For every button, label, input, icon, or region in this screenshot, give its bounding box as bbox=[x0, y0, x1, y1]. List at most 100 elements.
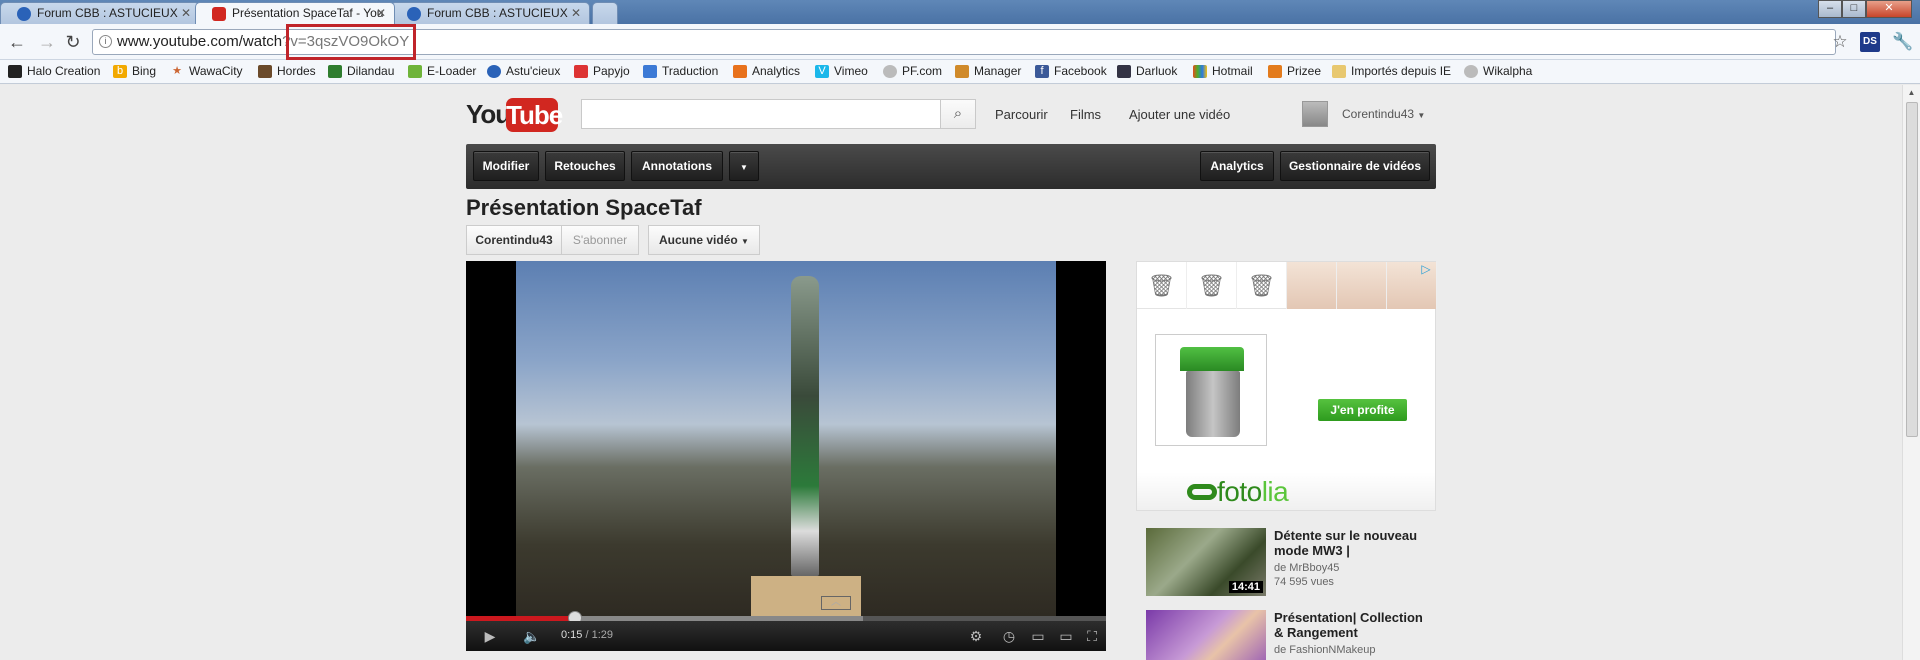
hordes-icon bbox=[258, 65, 272, 78]
scroll-thumb[interactable] bbox=[1906, 102, 1918, 437]
trash-bin-icon: 🗑 bbox=[1137, 262, 1187, 309]
bookmark-star-icon[interactable]: ☆ bbox=[1830, 32, 1850, 52]
reload-icon[interactable]: ↻ bbox=[62, 31, 84, 53]
video-manager-button[interactable]: Gestionnaire de vidéos bbox=[1280, 151, 1430, 181]
modifier-button[interactable]: Modifier bbox=[473, 151, 539, 181]
bookmark-papyjo[interactable]: Papyjo bbox=[574, 63, 630, 79]
bookmark-hotmail[interactable]: Hotmail bbox=[1193, 63, 1253, 79]
back-icon[interactable]: ← bbox=[6, 31, 28, 53]
avatar[interactable] bbox=[1302, 101, 1328, 127]
bookmark-hordes[interactable]: Hordes bbox=[258, 63, 316, 79]
page-scrollbar[interactable]: ▲ bbox=[1902, 85, 1920, 660]
bookmark-manager[interactable]: Manager bbox=[955, 63, 1021, 79]
bookmark-label: Facebook bbox=[1054, 64, 1107, 78]
annotations-button[interactable]: Annotations bbox=[631, 151, 723, 181]
link-upload[interactable]: Ajouter une vidéo bbox=[1129, 107, 1230, 122]
username-menu[interactable]: Corentindu43 ▼ bbox=[1342, 107, 1425, 121]
bookmark-label: Bing bbox=[132, 64, 157, 78]
search-icon: ⌕ bbox=[953, 105, 963, 122]
windows-icon bbox=[1193, 65, 1207, 78]
close-icon[interactable]: ✕ bbox=[376, 6, 386, 20]
large-player-icon[interactable]: ▭ bbox=[1056, 627, 1076, 645]
related-video-thumbnail[interactable]: 14:41 bbox=[1146, 528, 1266, 596]
bookmarks-bar: Halo Creation b Bing ★ WawaCity Hordes Dil… bbox=[0, 60, 1920, 84]
bookmark-dilandau[interactable]: Dilandau bbox=[328, 63, 394, 79]
tab-label: Présentation SpaceTaf - You bbox=[232, 6, 384, 20]
fotolia-wordmark: fotolia bbox=[1217, 476, 1289, 508]
bookmark-wawacity[interactable]: ★ WawaCity bbox=[170, 63, 243, 79]
link-films[interactable]: Films bbox=[1070, 107, 1101, 122]
ad-choices-icon[interactable]: ▷ bbox=[1419, 262, 1433, 276]
tab-youtube[interactable]: Présentation SpaceTaf - You ✕ bbox=[195, 2, 395, 24]
tab-forum-1[interactable]: Forum CBB : ASTUCIEUX ✕ bbox=[0, 2, 200, 24]
bookmark-wikalpha[interactable]: Wikalpha bbox=[1464, 63, 1532, 79]
analytics-button[interactable]: Analytics bbox=[1200, 151, 1274, 181]
logo-tube: Tube bbox=[506, 98, 563, 132]
related-video[interactable]: 14:41 Détente sur le nouveau mode MW3 | … bbox=[1146, 528, 1436, 598]
playlist-dropdown[interactable]: Aucune vidéo ▼ bbox=[648, 225, 760, 255]
close-icon[interactable]: ✕ bbox=[571, 6, 581, 20]
bookmark-label: Papyjo bbox=[593, 64, 630, 78]
related-video-thumbnail[interactable] bbox=[1146, 610, 1266, 660]
channel-button[interactable]: Corentindu43 bbox=[466, 225, 562, 255]
bookmark-bing[interactable]: b Bing bbox=[113, 63, 156, 79]
link-parcourir[interactable]: Parcourir bbox=[995, 107, 1048, 122]
maximize-icon[interactable]: □ bbox=[1842, 0, 1866, 18]
brand-part-b: lia bbox=[1261, 476, 1289, 507]
bookmark-analytics[interactable]: Analytics bbox=[733, 63, 800, 79]
ad-thumbnail-strip: 🗑 🗑 🗑 bbox=[1137, 262, 1437, 309]
folder-icon bbox=[1332, 65, 1346, 78]
bookmark-vimeo[interactable]: V Vimeo bbox=[815, 63, 868, 79]
bookmark-traduction[interactable]: Traduction bbox=[643, 63, 718, 79]
fotolia-ad[interactable]: 🗑 🗑 🗑 ▷ J'en profite fotolia bbox=[1136, 261, 1437, 511]
new-tab-button[interactable] bbox=[592, 2, 618, 24]
star-icon: ★ bbox=[172, 65, 182, 77]
video-player[interactable]: ︿ ▶ 🔈 0:15 / 1:29 ⚙ ◷ ▭ ▭ ⛶ bbox=[466, 261, 1106, 651]
close-icon[interactable]: ✕ bbox=[181, 6, 191, 20]
bookmark-darluok[interactable]: Darluok bbox=[1117, 63, 1177, 79]
close-window-icon[interactable]: ✕ bbox=[1866, 0, 1912, 18]
tab-forum-2[interactable]: Forum CBB : ASTUCIEUX ✕ bbox=[390, 2, 590, 24]
play-icon[interactable]: ▶ bbox=[480, 627, 500, 645]
related-video[interactable]: Présentation| Collection & Rangement de … bbox=[1146, 610, 1436, 660]
related-video-title[interactable]: Détente sur le nouveau mode MW3 | bbox=[1274, 528, 1434, 558]
related-video-title[interactable]: Présentation| Collection & Rangement bbox=[1274, 610, 1434, 640]
subscribe-button[interactable]: S'abonner bbox=[561, 225, 639, 255]
papyjo-icon bbox=[574, 65, 588, 78]
related-video-author: de FashionNMakeup bbox=[1274, 644, 1376, 656]
scroll-up-icon[interactable]: ▲ bbox=[1903, 85, 1920, 101]
ad-cta-button[interactable]: J'en profite bbox=[1318, 399, 1407, 421]
duration-badge: 14:41 bbox=[1228, 581, 1263, 593]
extension-ds-icon[interactable]: DS bbox=[1860, 32, 1880, 52]
search-input[interactable] bbox=[581, 99, 941, 129]
logo-you: You bbox=[466, 99, 511, 129]
forward-icon[interactable]: → bbox=[36, 31, 58, 53]
bookmark-label: Manager bbox=[974, 64, 1022, 78]
bookmark-prizee[interactable]: Prizee bbox=[1268, 63, 1321, 79]
volume-icon[interactable]: 🔈 bbox=[522, 627, 542, 645]
wrench-icon[interactable]: 🔧 bbox=[1892, 32, 1913, 52]
search-button[interactable]: ⌕ bbox=[940, 99, 976, 129]
gear-icon[interactable]: ⚙ bbox=[966, 627, 986, 645]
watch-later-icon[interactable]: ◷ bbox=[999, 627, 1019, 645]
rocket-image bbox=[791, 276, 819, 576]
bookmark-e-loader[interactable]: E-Loader bbox=[408, 63, 476, 79]
bookmark-pf-com[interactable]: PF.com bbox=[883, 63, 942, 79]
minimize-icon[interactable]: – bbox=[1818, 0, 1842, 18]
retouches-button[interactable]: Retouches bbox=[545, 151, 625, 181]
video-title: Présentation SpaceTaf bbox=[466, 195, 702, 220]
youtube-logo[interactable]: You Tube bbox=[466, 98, 563, 134]
globe-icon bbox=[883, 65, 897, 78]
dilandau-icon bbox=[328, 65, 342, 78]
bookmark-folder-ie[interactable]: Importés depuis IE bbox=[1332, 63, 1451, 79]
expand-icon[interactable]: ︿ bbox=[821, 596, 851, 610]
chevron-down-icon: ▼ bbox=[740, 163, 748, 172]
video-frame[interactable]: ︿ bbox=[516, 261, 1056, 616]
bookmark-halo-creation[interactable]: Halo Creation bbox=[8, 63, 100, 79]
small-player-icon[interactable]: ▭ bbox=[1028, 627, 1048, 645]
fullscreen-icon[interactable]: ⛶ bbox=[1082, 627, 1102, 645]
bookmark-astucieux[interactable]: Astu'cieux bbox=[487, 63, 560, 79]
more-actions-button[interactable]: ▼ bbox=[729, 151, 759, 181]
bookmark-facebook[interactable]: f Facebook bbox=[1035, 63, 1107, 79]
bookmark-label: Dilandau bbox=[347, 64, 395, 78]
